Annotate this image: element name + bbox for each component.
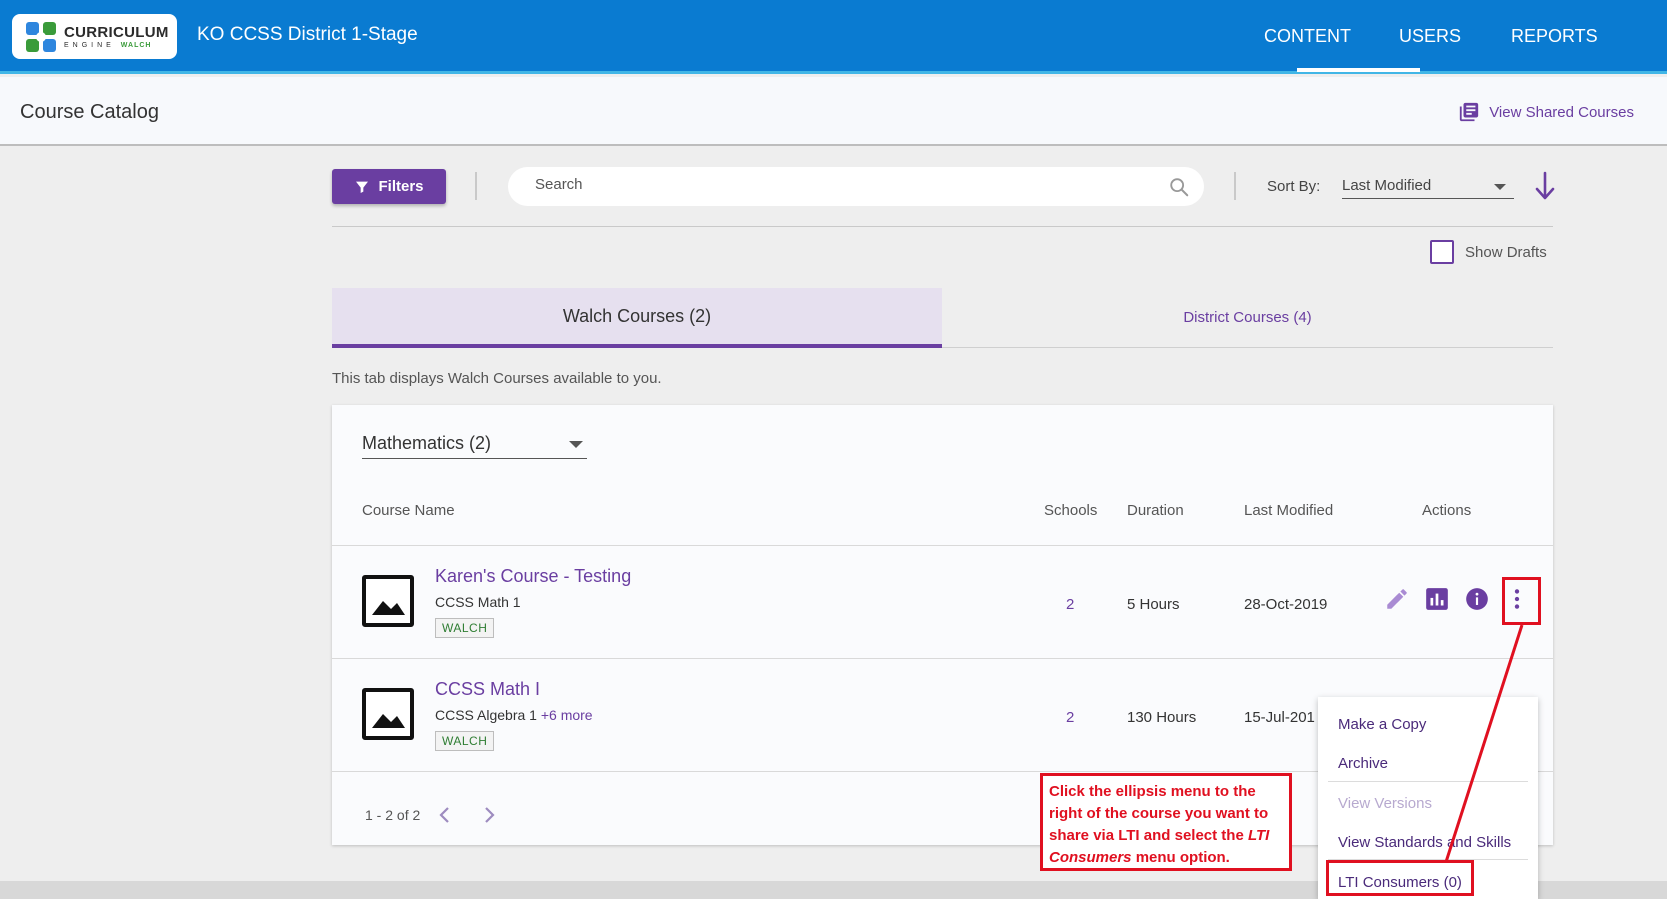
annotation-connector-line — [1444, 624, 1524, 863]
annotation-text-1: Click the ellipsis menu to the right of … — [1049, 783, 1269, 844]
annotation-callout: Click the ellipsis menu to the right of … — [1040, 773, 1292, 871]
annotation-text-2: menu option. — [1131, 849, 1230, 866]
